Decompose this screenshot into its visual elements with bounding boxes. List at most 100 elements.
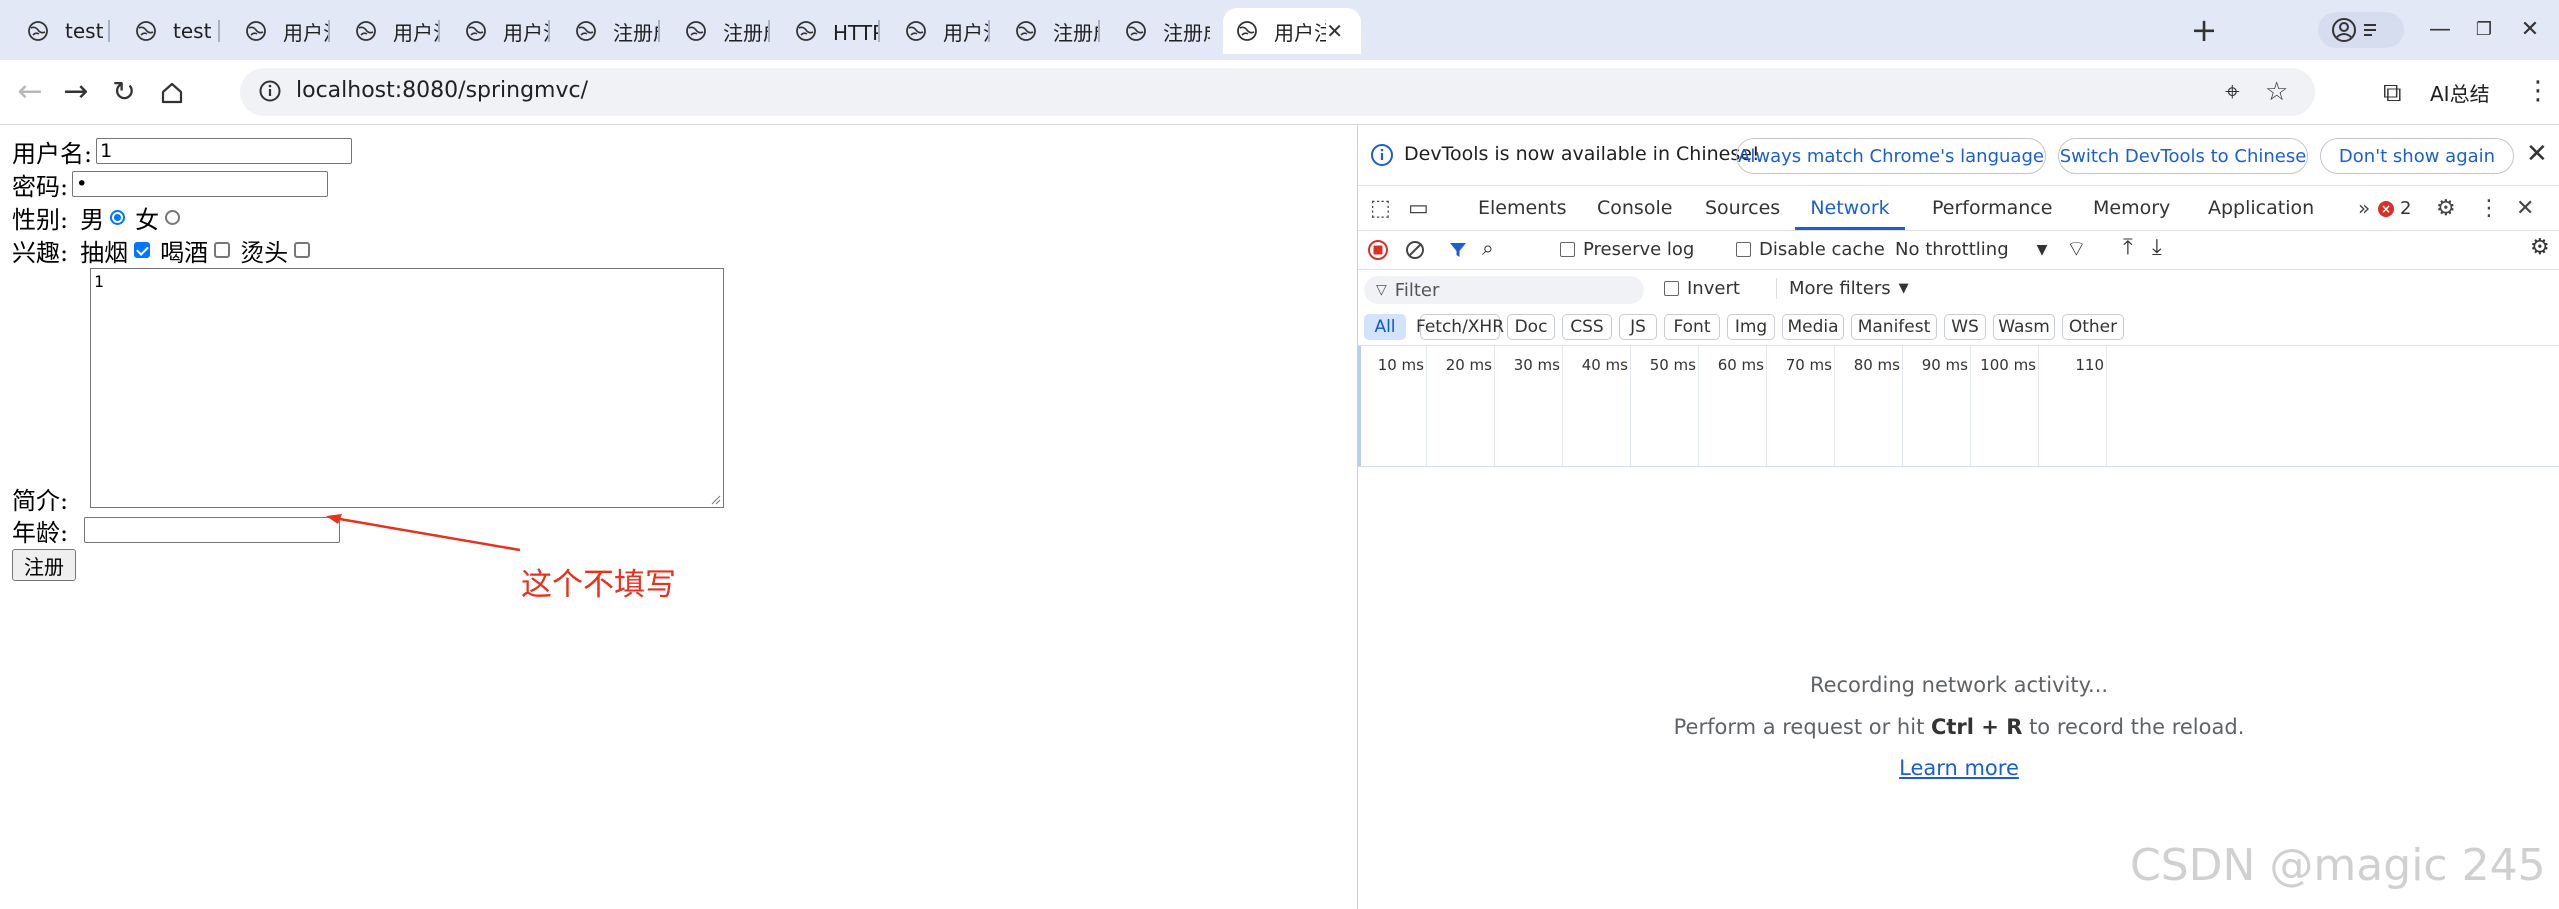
type-filter-fetchxhr[interactable]: Fetch/XHR [1416, 314, 1504, 340]
bookmark-star-icon[interactable]: ☆ [2265, 77, 2288, 107]
globe-icon [136, 21, 156, 41]
more-tabs-chevron-icon[interactable]: » [2358, 196, 2370, 220]
browser-tab[interactable]: 用户注册 [440, 8, 550, 54]
disable-cache-toggle[interactable]: Disable cache [1736, 239, 1885, 260]
switch-to-chinese-button[interactable]: Switch DevTools to Chinese [2058, 138, 2308, 174]
timeline-tick-label: 10 ms [1377, 356, 1424, 374]
tab-performance[interactable]: Performance [1932, 186, 2052, 230]
gender-male-radio[interactable] [110, 209, 126, 225]
browser-tab[interactable]: 注册成功 [990, 8, 1100, 54]
type-filter-css[interactable]: CSS [1562, 314, 1612, 340]
disable-cache-checkbox[interactable] [1736, 242, 1751, 257]
resize-grip-icon[interactable] [711, 495, 721, 505]
bio-textarea[interactable]: 1 [90, 268, 724, 508]
more-menu-icon[interactable]: ⋮ [2525, 76, 2551, 106]
close-window-button[interactable]: ✕ [2508, 10, 2552, 50]
filter-funnel-icon[interactable] [1448, 240, 1468, 260]
type-filter-manifest[interactable]: Manifest [1851, 314, 1937, 340]
username-input[interactable] [96, 138, 353, 164]
inspect-element-icon[interactable]: ⬚ [1370, 196, 1391, 221]
hobby-drink-checkbox[interactable] [214, 242, 231, 258]
network-conditions-icon[interactable]: ⌔ [2066, 235, 2087, 263]
tab-application[interactable]: Application [2208, 186, 2314, 230]
age-row: 年龄: [12, 514, 341, 547]
clear-log-icon[interactable] [1405, 240, 1425, 260]
browser-tab[interactable]: 注册成功 [660, 8, 770, 54]
preserve-log-toggle[interactable]: Preserve log [1560, 239, 1694, 260]
chevron-down-icon: ▼ [2036, 241, 2048, 258]
invert-checkbox[interactable] [1664, 281, 1679, 296]
address-url[interactable]: localhost:8080/springmvc/ [296, 78, 588, 103]
export-har-icon[interactable]: ⤓ [2152, 235, 2162, 260]
tab-elements[interactable]: Elements [1478, 186, 1567, 230]
new-tab-button[interactable]: + [2183, 10, 2225, 52]
site-info-icon[interactable] [258, 79, 282, 103]
browser-tab[interactable]: 注册成功 [550, 8, 660, 54]
tab-title: 用户注册 [393, 20, 440, 45]
filter-input[interactable]: ▽ Filter [1364, 276, 1644, 304]
error-count-badge[interactable]: × 2 [2378, 198, 2411, 219]
browser-tab[interactable]: HTTP状态 404 [770, 8, 880, 54]
back-button[interactable]: ← [10, 72, 50, 112]
password-input[interactable] [72, 171, 329, 197]
close-tab-icon[interactable]: ✕ [1326, 19, 1343, 43]
timeline-start-marker [1358, 346, 1361, 466]
type-filter-media[interactable]: Media [1782, 314, 1844, 340]
globe-icon [1237, 21, 1257, 41]
match-language-button[interactable]: Always match Chrome's language [1736, 138, 2046, 174]
type-filter-font[interactable]: Font [1664, 314, 1720, 340]
type-filter-ws[interactable]: WS [1944, 314, 1986, 340]
browser-tab[interactable]: 注册成功 [1100, 8, 1210, 54]
hobby-perm-checkbox[interactable] [294, 242, 311, 258]
browser-tab[interactable]: 用户注册 [880, 8, 990, 54]
browser-tab[interactable]: 用户注册 [330, 8, 440, 54]
browser-tab[interactable]: 用户注册 [220, 8, 330, 54]
restore-button[interactable]: ❐ [2462, 10, 2506, 50]
record-stop-icon[interactable] [1368, 240, 1388, 260]
home-button[interactable] [152, 72, 192, 112]
hobby-smoke-checkbox[interactable] [134, 242, 151, 258]
ai-summary-button[interactable]: AI总结 [2430, 78, 2490, 107]
type-filter-img[interactable]: Img [1727, 314, 1775, 340]
dont-show-again-button[interactable]: Don't show again [2320, 138, 2514, 174]
invert-toggle[interactable]: Invert [1664, 278, 1740, 299]
browser-tab[interactable]: test Headers [0, 8, 110, 54]
forward-button[interactable]: → [56, 72, 96, 112]
throttling-select[interactable]: No throttling ▼ [1895, 239, 2047, 260]
profile-button[interactable] [2318, 12, 2404, 48]
device-toolbar-icon[interactable]: ▭ [1408, 196, 1429, 221]
location-icon[interactable]: ⌖ [2225, 77, 2240, 108]
extensions-icon[interactable]: ⧉ [2383, 78, 2402, 109]
type-filter-js[interactable]: JS [1619, 314, 1657, 340]
search-icon[interactable]: ⌕ [1482, 236, 1494, 261]
more-filters-dropdown[interactable]: More filters ▼ [1776, 278, 1909, 299]
type-filter-wasm[interactable]: Wasm [1993, 314, 2055, 340]
timeline-tick-label: 60 ms [1717, 356, 1764, 374]
import-har-icon[interactable]: ⤒ [2123, 235, 2133, 260]
type-filter-other[interactable]: Other [2062, 314, 2124, 340]
globe-icon [686, 21, 706, 41]
tab-sources[interactable]: Sources [1705, 186, 1780, 230]
browser-tab[interactable]: 用户注册✕ [1223, 8, 1361, 54]
globe-icon [796, 21, 816, 41]
minimize-button[interactable]: — [2418, 10, 2462, 50]
address-bar[interactable]: localhost:8080/springmvc/ ⌖ ☆ [240, 68, 2315, 116]
age-input[interactable] [84, 517, 341, 543]
register-submit-button[interactable]: 注册 [12, 549, 76, 581]
browser-tab[interactable]: test Headers [110, 8, 220, 54]
devtools-menu-icon[interactable]: ⋮ [2478, 196, 2500, 221]
type-filter-all[interactable]: All [1364, 314, 1406, 340]
tab-console[interactable]: Console [1597, 186, 1672, 230]
tab-network[interactable]: Network [1795, 186, 1905, 230]
close-devtools-icon[interactable]: ✕ [2516, 196, 2534, 221]
reload-button[interactable]: ↻ [104, 72, 144, 112]
infobar-close-icon[interactable]: ✕ [2526, 139, 2548, 169]
learn-more-text[interactable]: Learn more [1899, 756, 2019, 780]
tab-memory[interactable]: Memory [2093, 186, 2170, 230]
learn-more-link[interactable]: Learn more [1358, 756, 2559, 780]
gender-female-radio[interactable] [165, 209, 181, 225]
type-filter-doc[interactable]: Doc [1507, 314, 1555, 340]
preserve-log-checkbox[interactable] [1560, 242, 1575, 257]
settings-gear-icon[interactable]: ⚙ [2436, 196, 2456, 221]
network-settings-icon[interactable]: ⚙ [2530, 235, 2550, 260]
